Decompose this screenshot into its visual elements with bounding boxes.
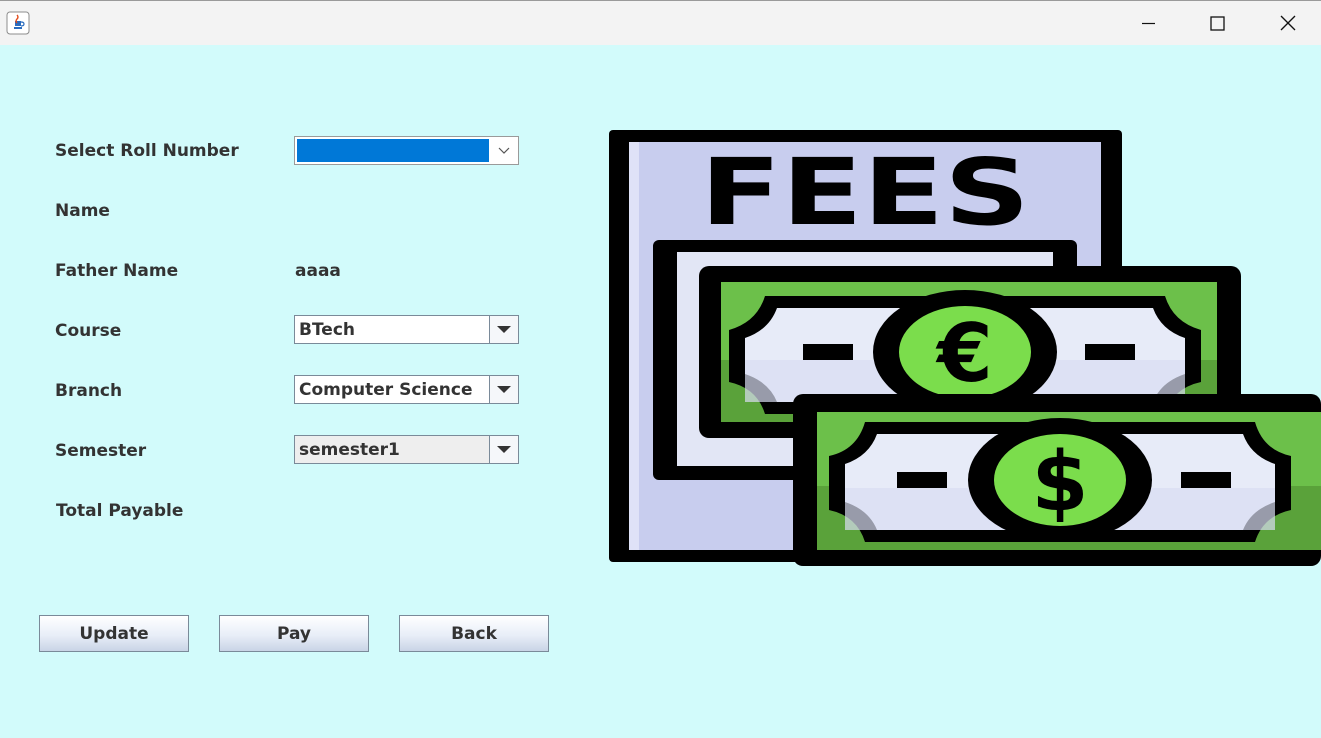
minimize-button[interactable]	[1113, 1, 1183, 46]
close-icon	[1280, 15, 1296, 31]
branch-select[interactable]: Computer Science	[294, 375, 519, 404]
branch-label: Branch	[55, 381, 123, 401]
course-label: Course	[55, 321, 122, 341]
roll-number-selected-value	[297, 139, 489, 162]
pay-button[interactable]: Pay	[219, 615, 369, 652]
update-button[interactable]: Update	[39, 615, 189, 652]
dollar-bill: $	[793, 394, 1321, 566]
fees-illustration: FEES € $	[609, 130, 1321, 566]
semester-selected-value: semester1	[299, 440, 400, 460]
close-button[interactable]	[1251, 1, 1321, 46]
dollar-symbol: $	[1031, 435, 1088, 530]
window-titlebar	[0, 0, 1321, 45]
minimize-icon	[1142, 22, 1155, 25]
triangle-down-icon	[497, 326, 511, 333]
euro-symbol: €	[935, 307, 993, 400]
fees-heading: FEES	[700, 139, 1030, 246]
semester-label: Semester	[55, 441, 147, 461]
branch-selected-value: Computer Science	[299, 380, 473, 400]
triangle-down-icon	[497, 386, 511, 393]
roll-number-dropdown-button[interactable]	[490, 137, 518, 164]
course-selected-value: BTech	[299, 320, 356, 340]
chevron-down-icon	[498, 147, 510, 154]
maximize-button[interactable]	[1183, 1, 1253, 46]
roll-number-label: Select Roll Number	[55, 141, 239, 161]
branch-dropdown-button[interactable]	[489, 376, 518, 403]
father-name-value: aaaa	[295, 261, 341, 281]
triangle-down-icon	[497, 446, 511, 453]
semester-select[interactable]: semester1	[294, 435, 519, 464]
back-button[interactable]: Back	[399, 615, 549, 652]
roll-number-select[interactable]	[294, 136, 519, 165]
java-app-icon[interactable]	[6, 11, 30, 35]
name-label: Name	[55, 201, 110, 221]
semester-dropdown-button[interactable]	[489, 436, 518, 463]
total-payable-label: Total Payable	[56, 501, 184, 521]
course-select[interactable]: BTech	[294, 315, 519, 344]
course-dropdown-button[interactable]	[489, 316, 518, 343]
father-name-label: Father Name	[55, 261, 179, 281]
maximize-icon	[1210, 16, 1225, 31]
